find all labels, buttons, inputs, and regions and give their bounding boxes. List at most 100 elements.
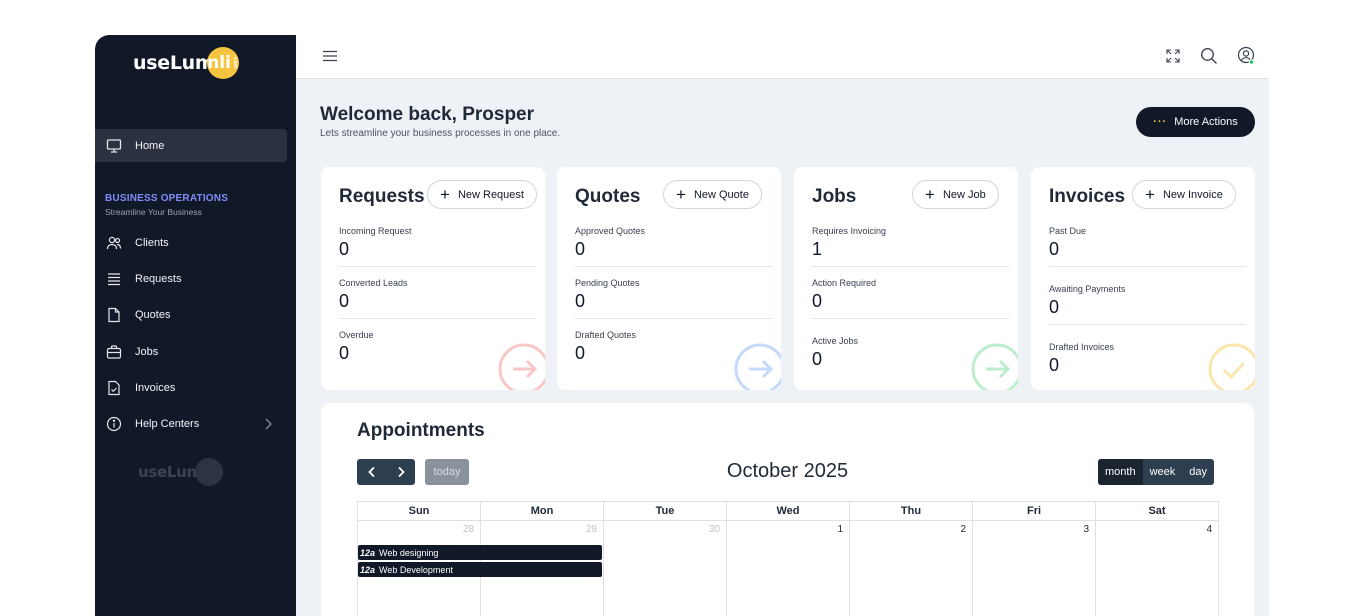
calendar-day-cell[interactable]: 4 <box>1095 520 1219 616</box>
event-title: Web Development <box>379 564 453 575</box>
calendar-day-cell[interactable]: 1 <box>726 520 850 616</box>
metric-value: 0 <box>575 239 586 259</box>
card-title: Jobs <box>812 186 857 207</box>
menu-icon[interactable] <box>320 46 340 66</box>
new-job-button[interactable]: + New Job <box>912 180 999 209</box>
weekday-header: Wed <box>726 501 850 521</box>
logo-small-text: com <box>231 57 238 69</box>
sidebar-item-label: Clients <box>135 237 169 249</box>
metric-label: Past Due <box>1049 226 1087 236</box>
metric-label: Requires Invoicing <box>812 226 887 236</box>
calendar-day-cell[interactable]: 3 <box>972 520 1096 616</box>
arrow-right-icon <box>734 343 781 390</box>
card-title: Requests <box>339 186 425 207</box>
section-title: BUSINESS OPERATIONS <box>105 193 229 204</box>
new-invoice-button[interactable]: + New Invoice <box>1132 180 1236 209</box>
button-label: New Job <box>942 188 986 201</box>
briefcase-icon <box>106 344 122 360</box>
metric: Awaiting Payments 0 <box>1049 284 1246 318</box>
weekday-header: Sun <box>357 501 481 521</box>
metric-label: Drafted Quotes <box>575 330 637 340</box>
new-request-button[interactable]: + New Request <box>427 180 537 209</box>
view-month-button[interactable]: month <box>1098 459 1143 485</box>
file-icon <box>106 307 122 323</box>
section-title: Appointments <box>357 420 485 441</box>
users-icon <box>106 235 122 251</box>
metric: Requires Invoicing 1 <box>812 226 1009 260</box>
view-day-button[interactable]: day <box>1182 459 1214 485</box>
main-content: Welcome back, Prosper Lets streamline yo… <box>296 35 1269 616</box>
monitor-icon <box>106 138 122 154</box>
expand-icon[interactable] <box>1163 46 1183 66</box>
weekday-header: Tue <box>603 501 727 521</box>
page-subtitle: Lets streamline your business processes … <box>320 128 561 139</box>
metric-value: 0 <box>1049 297 1060 317</box>
divider <box>1049 324 1246 325</box>
metric-value: 1 <box>812 239 823 259</box>
metric: Pending Quotes 0 <box>575 278 772 312</box>
metric-label: Awaiting Payments <box>1049 284 1126 294</box>
top-bar <box>296 35 1269 79</box>
button-label: New Request <box>457 188 524 201</box>
sidebar: useLumi nli com Home BUSINESS OPERATIONS … <box>95 35 296 616</box>
more-actions-button[interactable]: ··· More Actions <box>1136 107 1255 137</box>
user-profile-icon[interactable] <box>1236 46 1256 66</box>
sidebar-item-label: Requests <box>135 273 182 285</box>
calendar-event[interactable]: 12a Web designing <box>358 545 602 560</box>
metric: Action Required 0 <box>812 278 1009 312</box>
divider <box>1049 266 1246 267</box>
weekday-header: Thu <box>849 501 973 521</box>
metric-value: 0 <box>339 291 350 311</box>
sidebar-item-clients[interactable]: Clients <box>95 228 287 258</box>
sidebar-item-invoices[interactable]: Invoices <box>95 373 287 403</box>
new-quote-button[interactable]: + New Quote <box>663 180 762 209</box>
metric-label: Overdue <box>339 330 374 340</box>
requests-card: Requests + New Request Incoming Request … <box>321 167 545 390</box>
quotes-card: Quotes + New Quote Approved Quotes 0 Pen… <box>557 167 781 390</box>
logo-mark <box>194 458 223 486</box>
sidebar-item-jobs[interactable]: Jobs <box>95 337 287 367</box>
card-title: Invoices <box>1049 186 1126 207</box>
arrow-right-icon <box>971 343 1018 390</box>
event-time: 12a <box>360 564 376 575</box>
metric: Incoming Request 0 <box>339 226 536 260</box>
calendar-event[interactable]: 12a Web Development <box>358 562 602 577</box>
invoice-icon <box>106 380 122 396</box>
sidebar-item-help-centers[interactable]: Help Centers <box>95 409 287 439</box>
button-label: New Invoice <box>1162 188 1223 201</box>
event-time: 12a <box>360 547 376 558</box>
weekday-header: Fri <box>972 501 1096 521</box>
metric-label: Action Required <box>812 278 877 288</box>
sidebar-footer-logo: useLumi <box>138 458 223 486</box>
metric-value: 0 <box>812 291 823 311</box>
app-shell: useLumi nli com Home BUSINESS OPERATIONS … <box>95 35 1269 616</box>
checkmark-icon <box>1208 343 1255 390</box>
metric-value: 0 <box>575 291 586 311</box>
view-switcher: month week day <box>1098 459 1215 485</box>
divider <box>575 318 772 319</box>
view-week-button[interactable]: week <box>1143 459 1183 485</box>
search-icon[interactable] <box>1199 46 1219 66</box>
plus-icon: + <box>676 185 686 204</box>
metric: Approved Quotes 0 <box>575 226 772 260</box>
metric: Converted Leads 0 <box>339 278 536 312</box>
metric: Past Due 0 <box>1049 226 1246 260</box>
metric-value: 0 <box>1049 239 1060 259</box>
brand-logo[interactable]: useLumi nli com <box>133 47 239 79</box>
calendar-day-cell[interactable]: 30 <box>603 520 727 616</box>
card-title: Quotes <box>575 186 641 207</box>
metric-value: 0 <box>339 239 350 259</box>
more-actions-label: More Actions <box>1174 116 1238 128</box>
invoices-card: Invoices + New Invoice Past Due 0 Awaiti… <box>1031 167 1255 390</box>
info-icon <box>106 416 122 432</box>
sidebar-item-label: Help Centers <box>135 418 200 430</box>
sidebar-item-requests[interactable]: Requests <box>95 264 287 294</box>
chevron-right-icon <box>263 417 273 436</box>
calendar-day-cell[interactable]: 2 <box>849 520 973 616</box>
more-dots-icon: ··· <box>1153 116 1168 128</box>
metric-label: Incoming Request <box>339 226 412 236</box>
sidebar-item-label: Quotes <box>135 309 171 321</box>
sidebar-item-home[interactable]: Home <box>95 129 287 162</box>
logo-mark: nli com <box>206 47 239 79</box>
sidebar-item-quotes[interactable]: Quotes <box>95 300 287 330</box>
